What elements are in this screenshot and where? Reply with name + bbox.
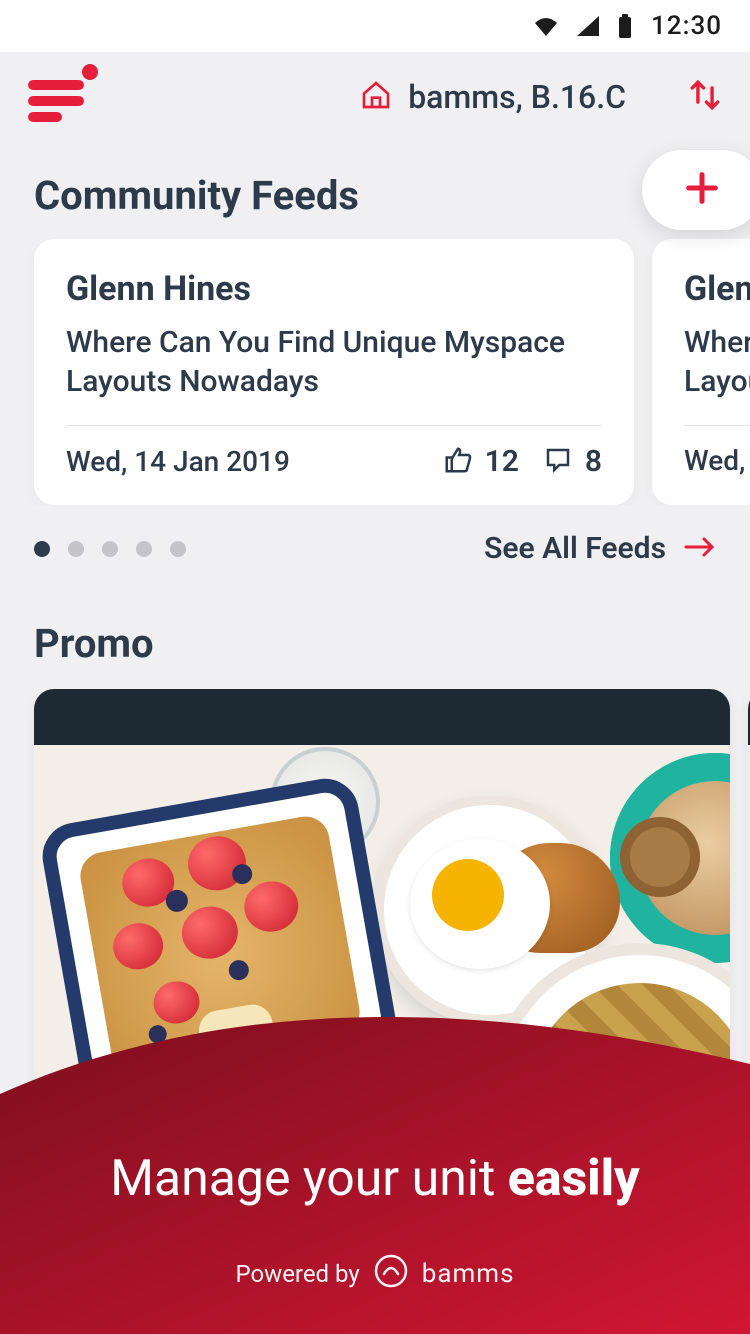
promo-image (34, 689, 730, 1083)
sort-swap-icon[interactable] (688, 78, 722, 116)
community-feeds-title: Community Feeds (34, 172, 359, 219)
cellular-icon (577, 16, 599, 36)
feed-body: Where Can You Find Unique Myspace Layout… (684, 323, 750, 425)
promo-title: Promo (34, 620, 750, 667)
feed-carousel[interactable]: Glenn Hines Where Can You Find Unique My… (0, 239, 750, 505)
promo-card[interactable]: 50% Breakfast Discount (34, 689, 730, 1170)
feed-body: Where Can You Find Unique Myspace Layout… (66, 323, 602, 425)
dot[interactable] (34, 541, 50, 557)
divider (684, 425, 750, 426)
dot[interactable] (136, 541, 152, 557)
feed-author: Glenn Hines (684, 269, 750, 309)
menu-button[interactable] (28, 72, 92, 122)
battery-icon (617, 14, 633, 38)
dot[interactable] (68, 541, 84, 557)
banner-powered-by: Powered by bamms (0, 1254, 750, 1294)
feed-date: Wed, 14 Jan 2019 (66, 445, 419, 478)
plus-icon (682, 168, 722, 212)
brand-logo-icon (374, 1254, 408, 1294)
wifi-icon (533, 16, 559, 36)
status-bar: 12:30 (0, 0, 750, 52)
see-all-feeds-link[interactable]: See All Feeds (484, 531, 716, 566)
promo-carousel[interactable]: 50% Breakfast Discount (0, 689, 750, 1170)
add-feed-button[interactable] (642, 150, 750, 230)
banner-headline: Manage your unit easily (0, 1150, 750, 1208)
feed-card[interactable]: Glenn Hines Where Can You Find Unique My… (652, 239, 750, 505)
location-selector[interactable]: bamms, B.16.C (360, 78, 626, 116)
like-count: 12 (485, 444, 519, 479)
community-feeds-header: Community Feeds (0, 142, 750, 239)
divider (66, 425, 602, 426)
like-group[interactable]: 12 (443, 444, 519, 479)
feed-author: Glenn Hines (66, 269, 602, 309)
feed-card[interactable]: Glenn Hines Where Can You Find Unique My… (34, 239, 634, 505)
comment-count: 8 (585, 444, 602, 479)
feed-date: Wed, 14 Jan 2019 (684, 444, 750, 477)
status-time: 12:30 (651, 11, 722, 41)
notification-dot-icon (82, 64, 98, 80)
hamburger-icon (28, 80, 84, 128)
brand-name: bamms (422, 1259, 515, 1289)
carousel-dots[interactable] (34, 541, 186, 557)
dot[interactable] (102, 541, 118, 557)
thumbs-up-icon (443, 445, 473, 479)
location-label: bamms, B.16.C (408, 78, 626, 116)
banner-headline-prefix: Manage your unit (110, 1150, 507, 1208)
app-header: bamms, B.16.C (0, 52, 750, 142)
dot[interactable] (170, 541, 186, 557)
powered-by-label: Powered by (235, 1260, 359, 1288)
promo-header: Promo (0, 566, 750, 689)
comment-group[interactable]: 8 (543, 444, 602, 479)
banner-headline-emphasis: easily (508, 1150, 640, 1208)
feed-footer: See All Feeds (0, 505, 750, 566)
arrow-right-icon (684, 535, 716, 563)
home-icon (360, 79, 392, 115)
comment-icon (543, 445, 573, 479)
see-all-label: See All Feeds (484, 531, 666, 566)
